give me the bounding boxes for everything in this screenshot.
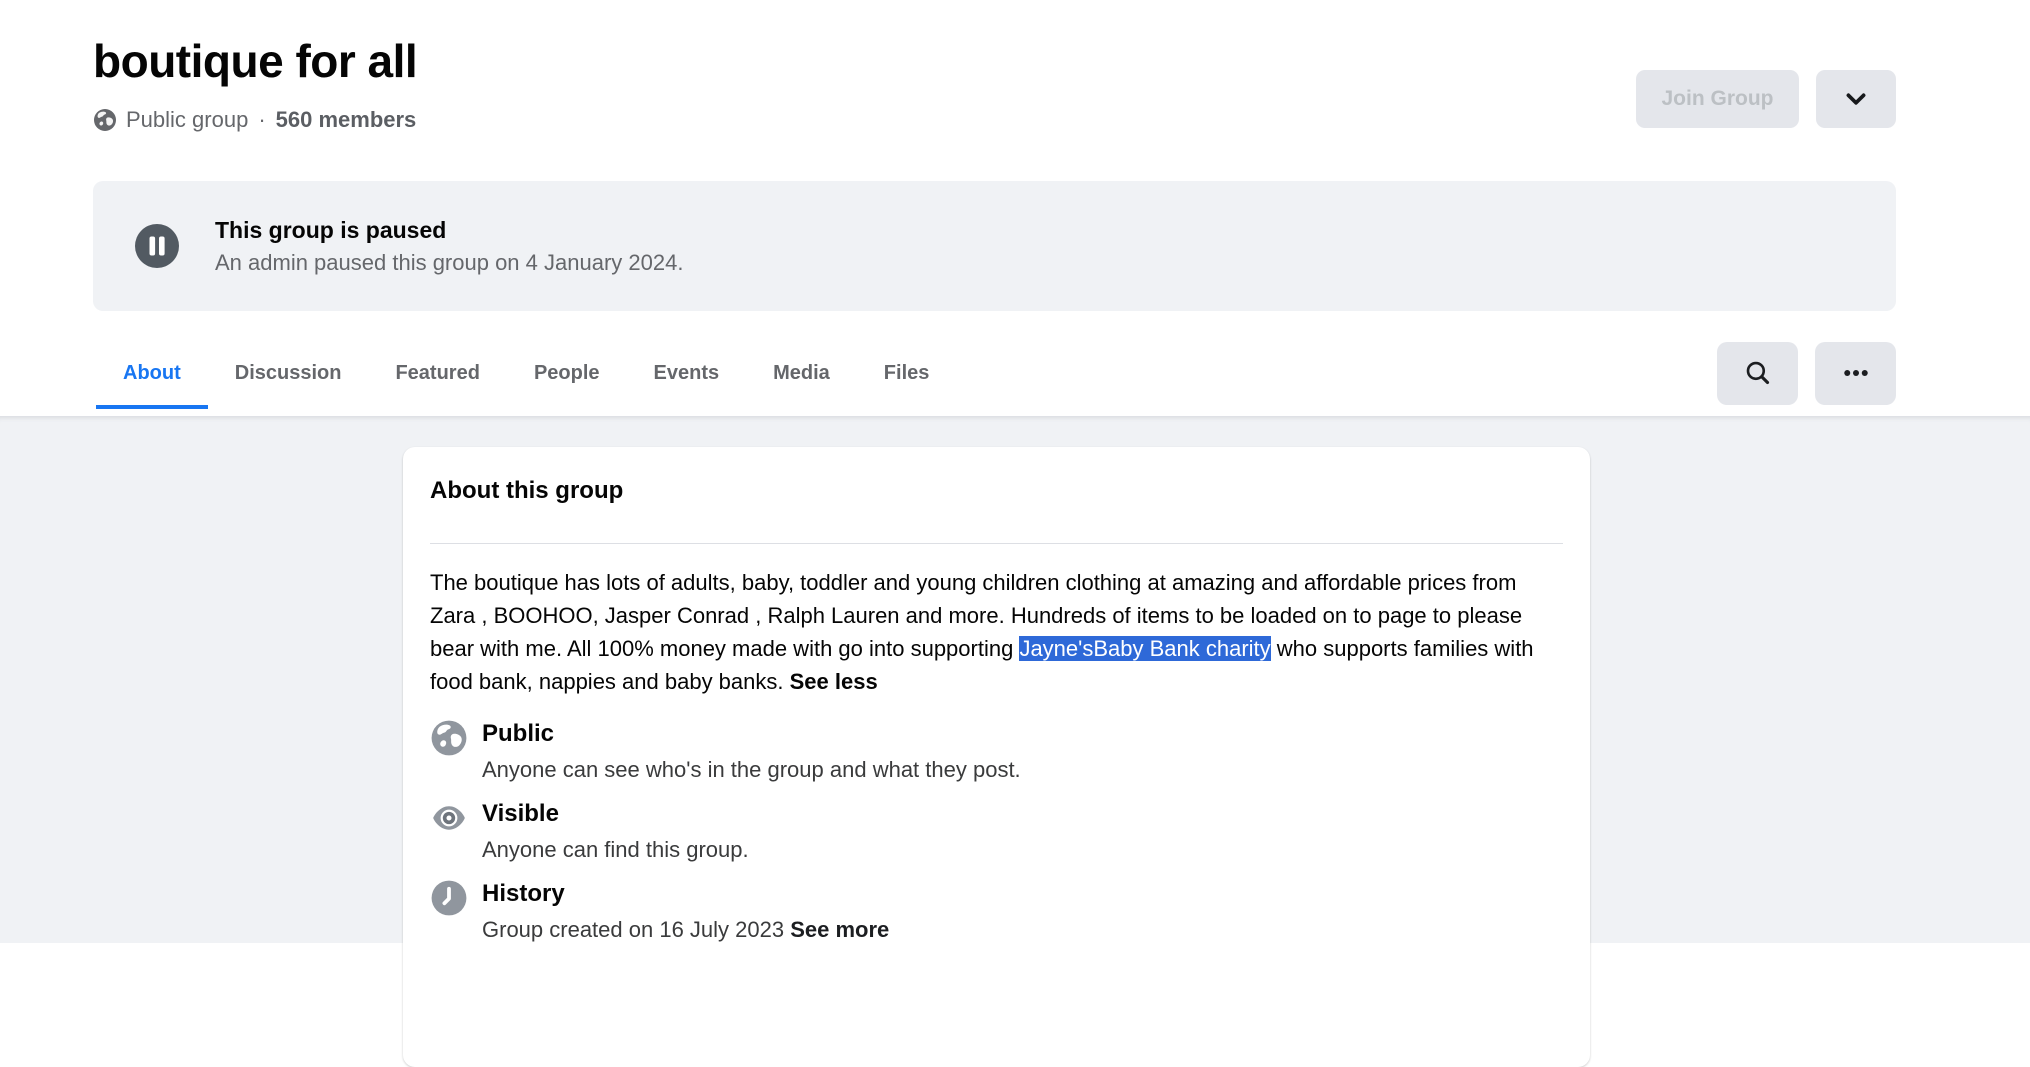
about-this-group-card: About this group The boutique has lots o… — [403, 447, 1590, 1067]
member-count[interactable]: 560 members — [276, 107, 417, 133]
privacy-section-public: Public Anyone can see who's in the group… — [430, 718, 1563, 784]
page-title: boutique for all — [93, 32, 417, 90]
chevron-down-icon — [1842, 85, 1870, 113]
tab-about[interactable]: About — [96, 337, 208, 409]
join-group-button[interactable]: Join Group — [1636, 70, 1799, 128]
see-more-link[interactable]: See more — [790, 917, 889, 942]
tab-files[interactable]: Files — [857, 337, 957, 409]
section-title: Public — [482, 718, 1021, 750]
page-content: About this group The boutique has lots o… — [0, 417, 2030, 943]
section-description: Anyone can find this group. — [482, 836, 749, 864]
pause-icon — [135, 224, 179, 268]
tab-people[interactable]: People — [507, 337, 627, 409]
section-description: Group created on 16 July 2023 See more — [482, 916, 889, 944]
group-privacy-row: Public group · 560 members — [93, 106, 417, 134]
tab-featured[interactable]: Featured — [368, 337, 506, 409]
ellipsis-icon — [1841, 358, 1871, 388]
banner-title: This group is paused — [215, 215, 683, 245]
section-title: History — [482, 878, 889, 910]
globe-icon — [430, 719, 468, 757]
history-text: Group created on 16 July 2023 — [482, 917, 784, 942]
banner-subtitle: An admin paused this group on 4 January … — [215, 248, 683, 278]
eye-icon — [430, 804, 468, 842]
tab-discussion[interactable]: Discussion — [208, 337, 369, 409]
group-paused-banner: This group is paused An admin paused thi… — [93, 181, 1896, 311]
separator: · — [258, 107, 265, 133]
group-header: boutique for all Public group · 560 memb… — [0, 0, 2030, 417]
search-icon — [1743, 358, 1773, 388]
section-title: Visible — [482, 798, 749, 830]
card-heading: About this group — [430, 475, 1563, 507]
tab-media[interactable]: Media — [746, 337, 857, 409]
tab-events[interactable]: Events — [627, 337, 747, 409]
group-options-button[interactable] — [1816, 70, 1896, 128]
group-description: The boutique has lots of adults, baby, t… — [430, 566, 1563, 698]
see-less-link[interactable]: See less — [790, 669, 878, 694]
privacy-section-history: History Group created on 16 July 2023 Se… — [430, 878, 1563, 944]
clock-icon — [430, 879, 468, 917]
selected-text: Jayne'sBaby Bank charity — [1019, 636, 1270, 661]
section-description: Anyone can see who's in the group and wh… — [482, 756, 1021, 784]
group-tabs: About Discussion Featured People Events … — [0, 337, 2030, 409]
more-options-button[interactable] — [1815, 342, 1896, 405]
globe-icon — [93, 108, 117, 132]
privacy-section-visible: Visible Anyone can find this group. — [430, 798, 1563, 864]
search-button[interactable] — [1717, 342, 1798, 405]
divider — [430, 543, 1563, 544]
privacy-label: Public group — [126, 107, 248, 133]
